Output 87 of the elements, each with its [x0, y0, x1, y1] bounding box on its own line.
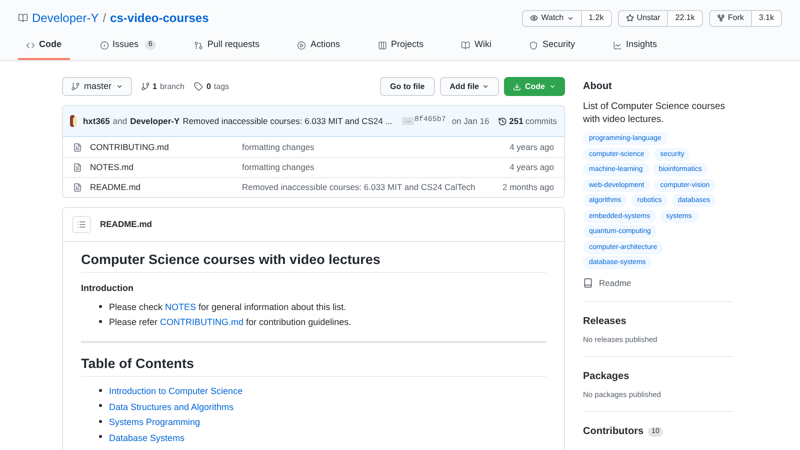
fork-button[interactable]: Fork: [708, 10, 752, 26]
path-separator: /: [102, 10, 106, 27]
file-icon: [73, 142, 82, 152]
bullet-icon: [99, 435, 102, 438]
repo-tab[interactable]: Insights: [605, 32, 666, 60]
file-age: 4 years ago: [510, 140, 554, 154]
count-link[interactable]: 1.2k: [582, 10, 612, 26]
list-icon: [77, 220, 86, 229]
outline-button[interactable]: [72, 216, 91, 233]
caret-icon: [116, 83, 123, 90]
branches-link[interactable]: 1 branch: [140, 80, 184, 92]
commit-joiner: and: [112, 114, 128, 128]
branch-select[interactable]: master: [62, 77, 132, 96]
commit-message[interactable]: Removed inaccessible courses: 6.033 MIT and CS24 ...: [182, 114, 392, 128]
commit-message[interactable]: formatting changes: [242, 161, 314, 174]
owner-link[interactable]: Developer-Y: [32, 9, 99, 27]
commits-link[interactable]: 251 commits: [498, 114, 557, 128]
add-file-button[interactable]: Add file: [440, 77, 499, 96]
commit-date: on Jan 16: [452, 114, 490, 128]
section-heading: Introduction: [81, 282, 134, 294]
section-heading: Releases: [583, 316, 626, 328]
section-heading: Contributors: [583, 426, 644, 438]
history-icon: [498, 116, 508, 126]
tag-icon: [194, 82, 204, 91]
graph-icon: [613, 40, 622, 50]
file-age: 4 years ago: [510, 161, 554, 174]
toc-link[interactable]: Database Systems: [109, 432, 185, 444]
readme-title: Computer Science courses with video lectures: [81, 251, 546, 273]
inline-link[interactable]: CONTRIBUTING.md: [160, 317, 244, 327]
tags-link[interactable]: 0 tags: [194, 80, 230, 92]
bullet-icon: [99, 320, 102, 322]
download-icon: [513, 82, 521, 90]
toc-link[interactable]: Data Structures and Algorithms: [109, 400, 234, 412]
eye-icon: [530, 14, 538, 22]
repo-tab[interactable]: Wiki: [453, 32, 500, 60]
shield-icon: [529, 40, 538, 50]
pull-request-icon: [194, 40, 204, 50]
code-icon: [26, 40, 35, 50]
watch-button[interactable]: Watch: [522, 10, 582, 26]
branch-icon: [71, 82, 80, 91]
caret-icon: [549, 83, 556, 90]
repo-tab[interactable]: Security: [521, 32, 583, 60]
repo-link[interactable]: cs-video-courses: [110, 9, 209, 27]
book-icon: [583, 278, 593, 288]
branch-icon: [140, 82, 150, 91]
fork-icon: [716, 14, 725, 22]
circle-dot-icon: [100, 40, 108, 50]
count-link[interactable]: 3.1k: [752, 10, 782, 26]
board-icon: [378, 40, 387, 50]
about-heading: About: [583, 81, 613, 93]
section-title: Table of Contents: [81, 355, 546, 377]
file-link[interactable]: CONTRIBUTING.md: [90, 140, 242, 154]
repo-tab[interactable]: Pull requests: [186, 32, 268, 60]
star-button[interactable]: Unstar: [618, 10, 668, 26]
author-link[interactable]: hxt365: [82, 114, 110, 128]
toc-link[interactable]: Introduction to Computer Science: [109, 385, 243, 397]
repo-icon: [18, 13, 28, 23]
bullet-icon: [99, 404, 102, 407]
repo-tab[interactable]: Code: [18, 32, 70, 60]
bullet-icon: [99, 388, 102, 392]
toc-link[interactable]: Systems Programming: [109, 416, 200, 428]
star-icon: [626, 14, 634, 22]
caret-icon: [482, 83, 489, 90]
list-item-text: Please refer CONTRIBUTING.md for contribution guidelines.: [109, 316, 352, 328]
commit-message[interactable]: Removed inaccessible courses: 6.033 MIT and CS24 CalTech: [242, 181, 476, 194]
repo-tab[interactable]: Actions: [289, 32, 348, 60]
file-icon: [73, 183, 82, 192]
file-age: 2 months ago: [502, 181, 554, 194]
section-heading: Packages: [583, 370, 630, 383]
readme-filename: README.md: [100, 218, 152, 231]
caret-icon: [566, 14, 574, 22]
about-description: List of Computer Science courses with video lectures.: [583, 100, 726, 126]
inline-link[interactable]: NOTES: [165, 302, 196, 312]
play-icon: [297, 40, 306, 50]
count-link[interactable]: 22.1k: [668, 10, 703, 26]
bullet-icon: [99, 304, 102, 308]
bullet-icon: [99, 420, 102, 422]
file-icon: [73, 163, 82, 172]
list-item-text: Please check NOTES for general information about this list.: [109, 301, 346, 313]
commit-message[interactable]: formatting changes: [242, 140, 314, 154]
book-icon: [461, 40, 470, 50]
go-to-file-button[interactable]: Go to file: [380, 77, 435, 96]
repo-tab[interactable]: Projects: [370, 32, 432, 60]
file-link[interactable]: README.md: [90, 181, 242, 194]
file-link[interactable]: NOTES.md: [90, 161, 242, 174]
readme-link[interactable]: Readme: [583, 277, 733, 290]
author-link[interactable]: Developer-Y: [130, 114, 180, 128]
